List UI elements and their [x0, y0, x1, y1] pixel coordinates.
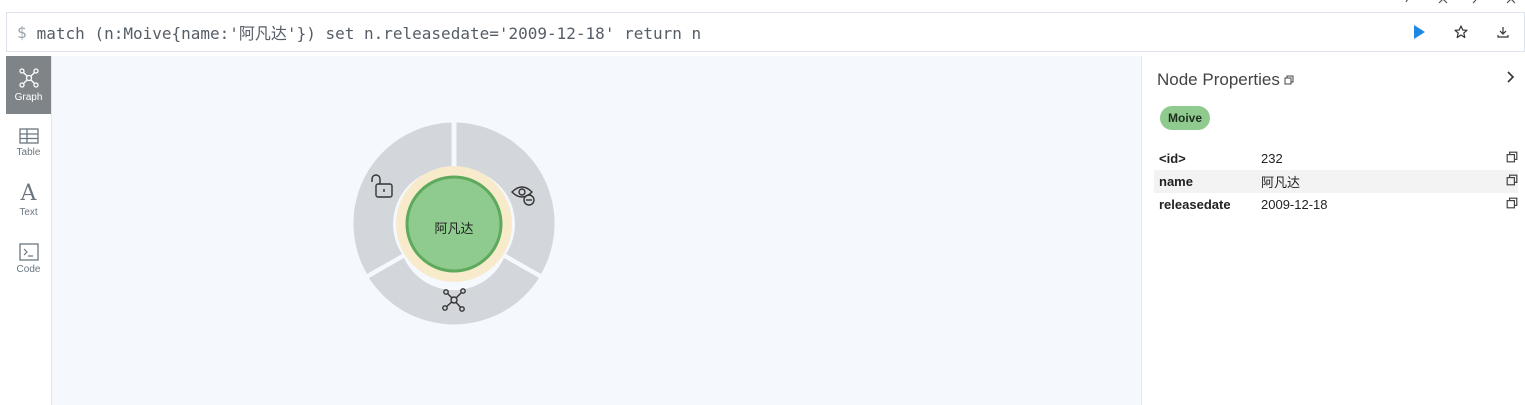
properties-table: <id> 232 name 阿凡达 releasedate 2009-12-18 — [1154, 147, 1518, 216]
pin-icon[interactable] — [1403, 0, 1415, 6]
tab-graph-label: Graph — [14, 92, 43, 103]
graph-icon — [18, 68, 39, 88]
chevron-right-icon — [1507, 71, 1515, 83]
favorite-button[interactable] — [1440, 13, 1482, 51]
editor-prompt: $ — [17, 22, 27, 42]
property-key: releasedate — [1159, 197, 1231, 212]
star-icon — [1454, 25, 1468, 39]
copy-icon[interactable] — [1506, 151, 1518, 163]
node-label-badge[interactable]: Moive — [1160, 106, 1211, 130]
tab-table-label: Table — [16, 147, 41, 158]
view-tabs: Graph Table A Text Code — [6, 56, 52, 405]
close-icon[interactable] — [1505, 0, 1517, 6]
tab-graph[interactable]: Graph — [6, 56, 51, 114]
property-row: releasedate 2009-12-18 — [1154, 193, 1518, 216]
tab-text-label: Text — [19, 207, 38, 218]
tab-table[interactable]: Table — [6, 114, 51, 172]
property-value: 2009-12-18 — [1261, 197, 1328, 212]
property-value: 阿凡达 — [1261, 175, 1301, 190]
tab-code-label: Code — [16, 264, 41, 275]
property-key: <id> — [1159, 151, 1186, 166]
tab-code[interactable]: Code — [6, 230, 51, 288]
property-value: 232 — [1261, 151, 1283, 166]
copy-icon[interactable] — [1506, 197, 1518, 209]
download-icon — [1497, 27, 1509, 38]
table-icon — [18, 128, 39, 144]
code-icon — [18, 243, 39, 261]
window-controls — [1403, 0, 1517, 6]
play-icon — [1414, 25, 1425, 39]
panel-title: Node Properties — [1157, 70, 1294, 90]
run-button[interactable] — [1398, 13, 1440, 51]
shrink-icon[interactable] — [1471, 0, 1483, 6]
editor-actions — [1398, 13, 1524, 51]
tab-text[interactable]: A Text — [6, 172, 51, 230]
graph-canvas[interactable]: 阿凡达 — [52, 56, 1141, 405]
node-properties-panel: Node Properties Moive <id> 232 name 阿凡达 — [1141, 56, 1525, 405]
close-icon[interactable] — [1437, 0, 1449, 6]
text-icon: A — [20, 181, 37, 206]
query-editor[interactable]: $ match (n:Moive{name:'阿凡达'}) set n.rele… — [6, 12, 1525, 52]
copy-icon[interactable] — [1506, 174, 1518, 186]
query-text[interactable]: match (n:Moive{name:'阿凡达'}) set n.releas… — [37, 20, 702, 44]
copy-icon[interactable] — [1284, 75, 1294, 85]
collapse-panel-button[interactable] — [1507, 68, 1515, 87]
panel-title-text: Node Properties — [1157, 70, 1280, 89]
download-button[interactable] — [1482, 13, 1524, 51]
property-row: <id> 232 — [1154, 147, 1518, 170]
node-caption: 阿凡达 — [434, 222, 474, 237]
property-key: name — [1159, 174, 1193, 189]
property-row: name 阿凡达 — [1154, 170, 1518, 193]
